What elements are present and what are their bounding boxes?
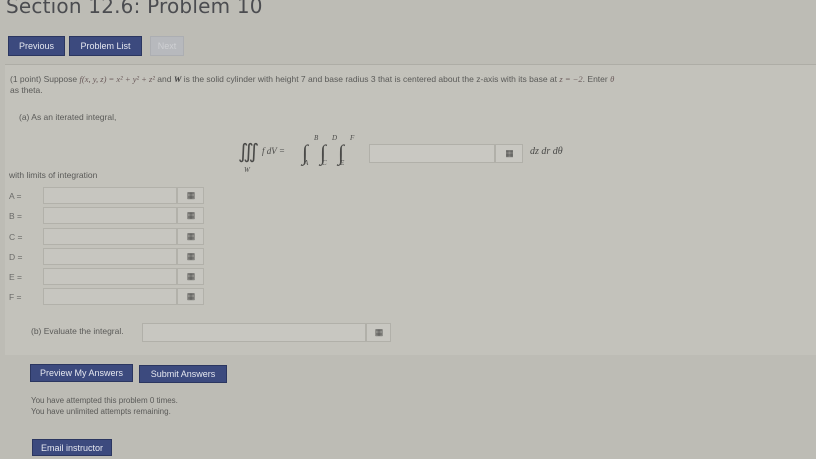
theta-symbol: θ bbox=[610, 74, 615, 84]
part-b-label: (b) Evaluate the integral. bbox=[31, 326, 124, 336]
grid-icon[interactable]: ▦ bbox=[495, 144, 523, 163]
region-symbol: W bbox=[173, 74, 182, 84]
limit-label-b: B = bbox=[9, 210, 22, 221]
part-a-label: (a) As an iterated integral, bbox=[19, 112, 117, 122]
email-instructor-button[interactable]: Email instructor bbox=[32, 439, 112, 456]
limit-row-d: D = ▦ bbox=[9, 248, 204, 265]
upper-limit-F: F bbox=[349, 134, 355, 142]
limit-row-c: C = ▦ bbox=[9, 228, 204, 245]
grid-icon[interactable]: ▦ bbox=[177, 187, 204, 204]
attempts-remaining-line: You have unlimited attempts remaining. bbox=[31, 407, 171, 416]
points-label: (1 point) bbox=[10, 74, 42, 84]
limits-label: with limits of integration bbox=[9, 170, 98, 180]
function-expression: f(x, y, z) = x² + y² + z² bbox=[79, 74, 155, 84]
integrand-input[interactable] bbox=[369, 144, 495, 163]
next-button[interactable]: Next bbox=[150, 36, 184, 56]
upper-limit-D: D bbox=[331, 134, 337, 142]
limit-label-c: C = bbox=[9, 231, 23, 242]
limit-row-e: E = ▦ bbox=[9, 268, 204, 285]
limit-row-a: A = ▦ bbox=[9, 187, 204, 204]
lower-limit-E: E bbox=[339, 159, 345, 167]
grid-icon[interactable]: ▦ bbox=[177, 248, 204, 265]
page-title: Section 12.6: Problem 10 bbox=[6, 0, 263, 18]
limit-row-f: F = ▦ bbox=[9, 288, 204, 305]
limit-row-b: B = ▦ bbox=[9, 207, 204, 224]
lower-limit-A: A bbox=[303, 159, 309, 167]
problem-list-button[interactable]: Problem List bbox=[69, 36, 142, 56]
grid-icon[interactable]: ▦ bbox=[366, 323, 391, 342]
base-expression: z = −2 bbox=[559, 74, 583, 84]
differentials-text: dz dr dθ bbox=[530, 146, 563, 157]
limit-input-e[interactable] bbox=[43, 268, 177, 285]
preview-answers-button[interactable]: Preview My Answers bbox=[30, 364, 133, 382]
limit-label-f: F = bbox=[9, 291, 22, 302]
limit-input-d[interactable] bbox=[43, 248, 177, 265]
submit-answers-button[interactable]: Submit Answers bbox=[139, 365, 227, 383]
limit-input-a[interactable] bbox=[43, 187, 177, 204]
region-subscript: W bbox=[244, 166, 251, 174]
attempts-info: You have attempted this problem 0 times.… bbox=[31, 395, 178, 417]
problem-nav: Previous Problem List Next bbox=[8, 36, 184, 56]
grid-icon[interactable]: ▦ bbox=[177, 268, 204, 285]
upper-limit-B: B bbox=[314, 134, 319, 142]
triple-integral-sign: ∭ bbox=[238, 141, 259, 163]
lower-limit-C: C bbox=[322, 159, 327, 167]
evaluate-input[interactable] bbox=[142, 323, 366, 342]
problem-statement: (1 point) Suppose f(x, y, z) = x² + y² +… bbox=[10, 74, 810, 96]
suppose-text: Suppose bbox=[43, 74, 78, 84]
limit-input-f[interactable] bbox=[43, 288, 177, 305]
limit-input-c[interactable] bbox=[43, 228, 177, 245]
region-description: is the solid cylinder with height 7 and … bbox=[183, 74, 558, 84]
limit-label-d: D = bbox=[9, 251, 23, 262]
and-text: and bbox=[157, 74, 172, 84]
limit-input-b[interactable] bbox=[43, 207, 177, 224]
attempts-line: You have attempted this problem 0 times. bbox=[31, 396, 178, 405]
as-theta-text: as theta. bbox=[10, 85, 43, 95]
limit-label-e: E = bbox=[9, 271, 22, 282]
grid-icon[interactable]: ▦ bbox=[177, 207, 204, 224]
iterated-integral-expression: ∭ W f dV = ∫ ∫ ∫ B D F A C E bbox=[238, 134, 355, 174]
grid-icon[interactable]: ▦ bbox=[177, 228, 204, 245]
enter-text: . Enter bbox=[582, 74, 608, 84]
f-dV-text: f dV = bbox=[262, 146, 285, 156]
previous-button[interactable]: Previous bbox=[8, 36, 65, 56]
grid-icon[interactable]: ▦ bbox=[177, 288, 204, 305]
limit-label-a: A = bbox=[9, 190, 22, 201]
